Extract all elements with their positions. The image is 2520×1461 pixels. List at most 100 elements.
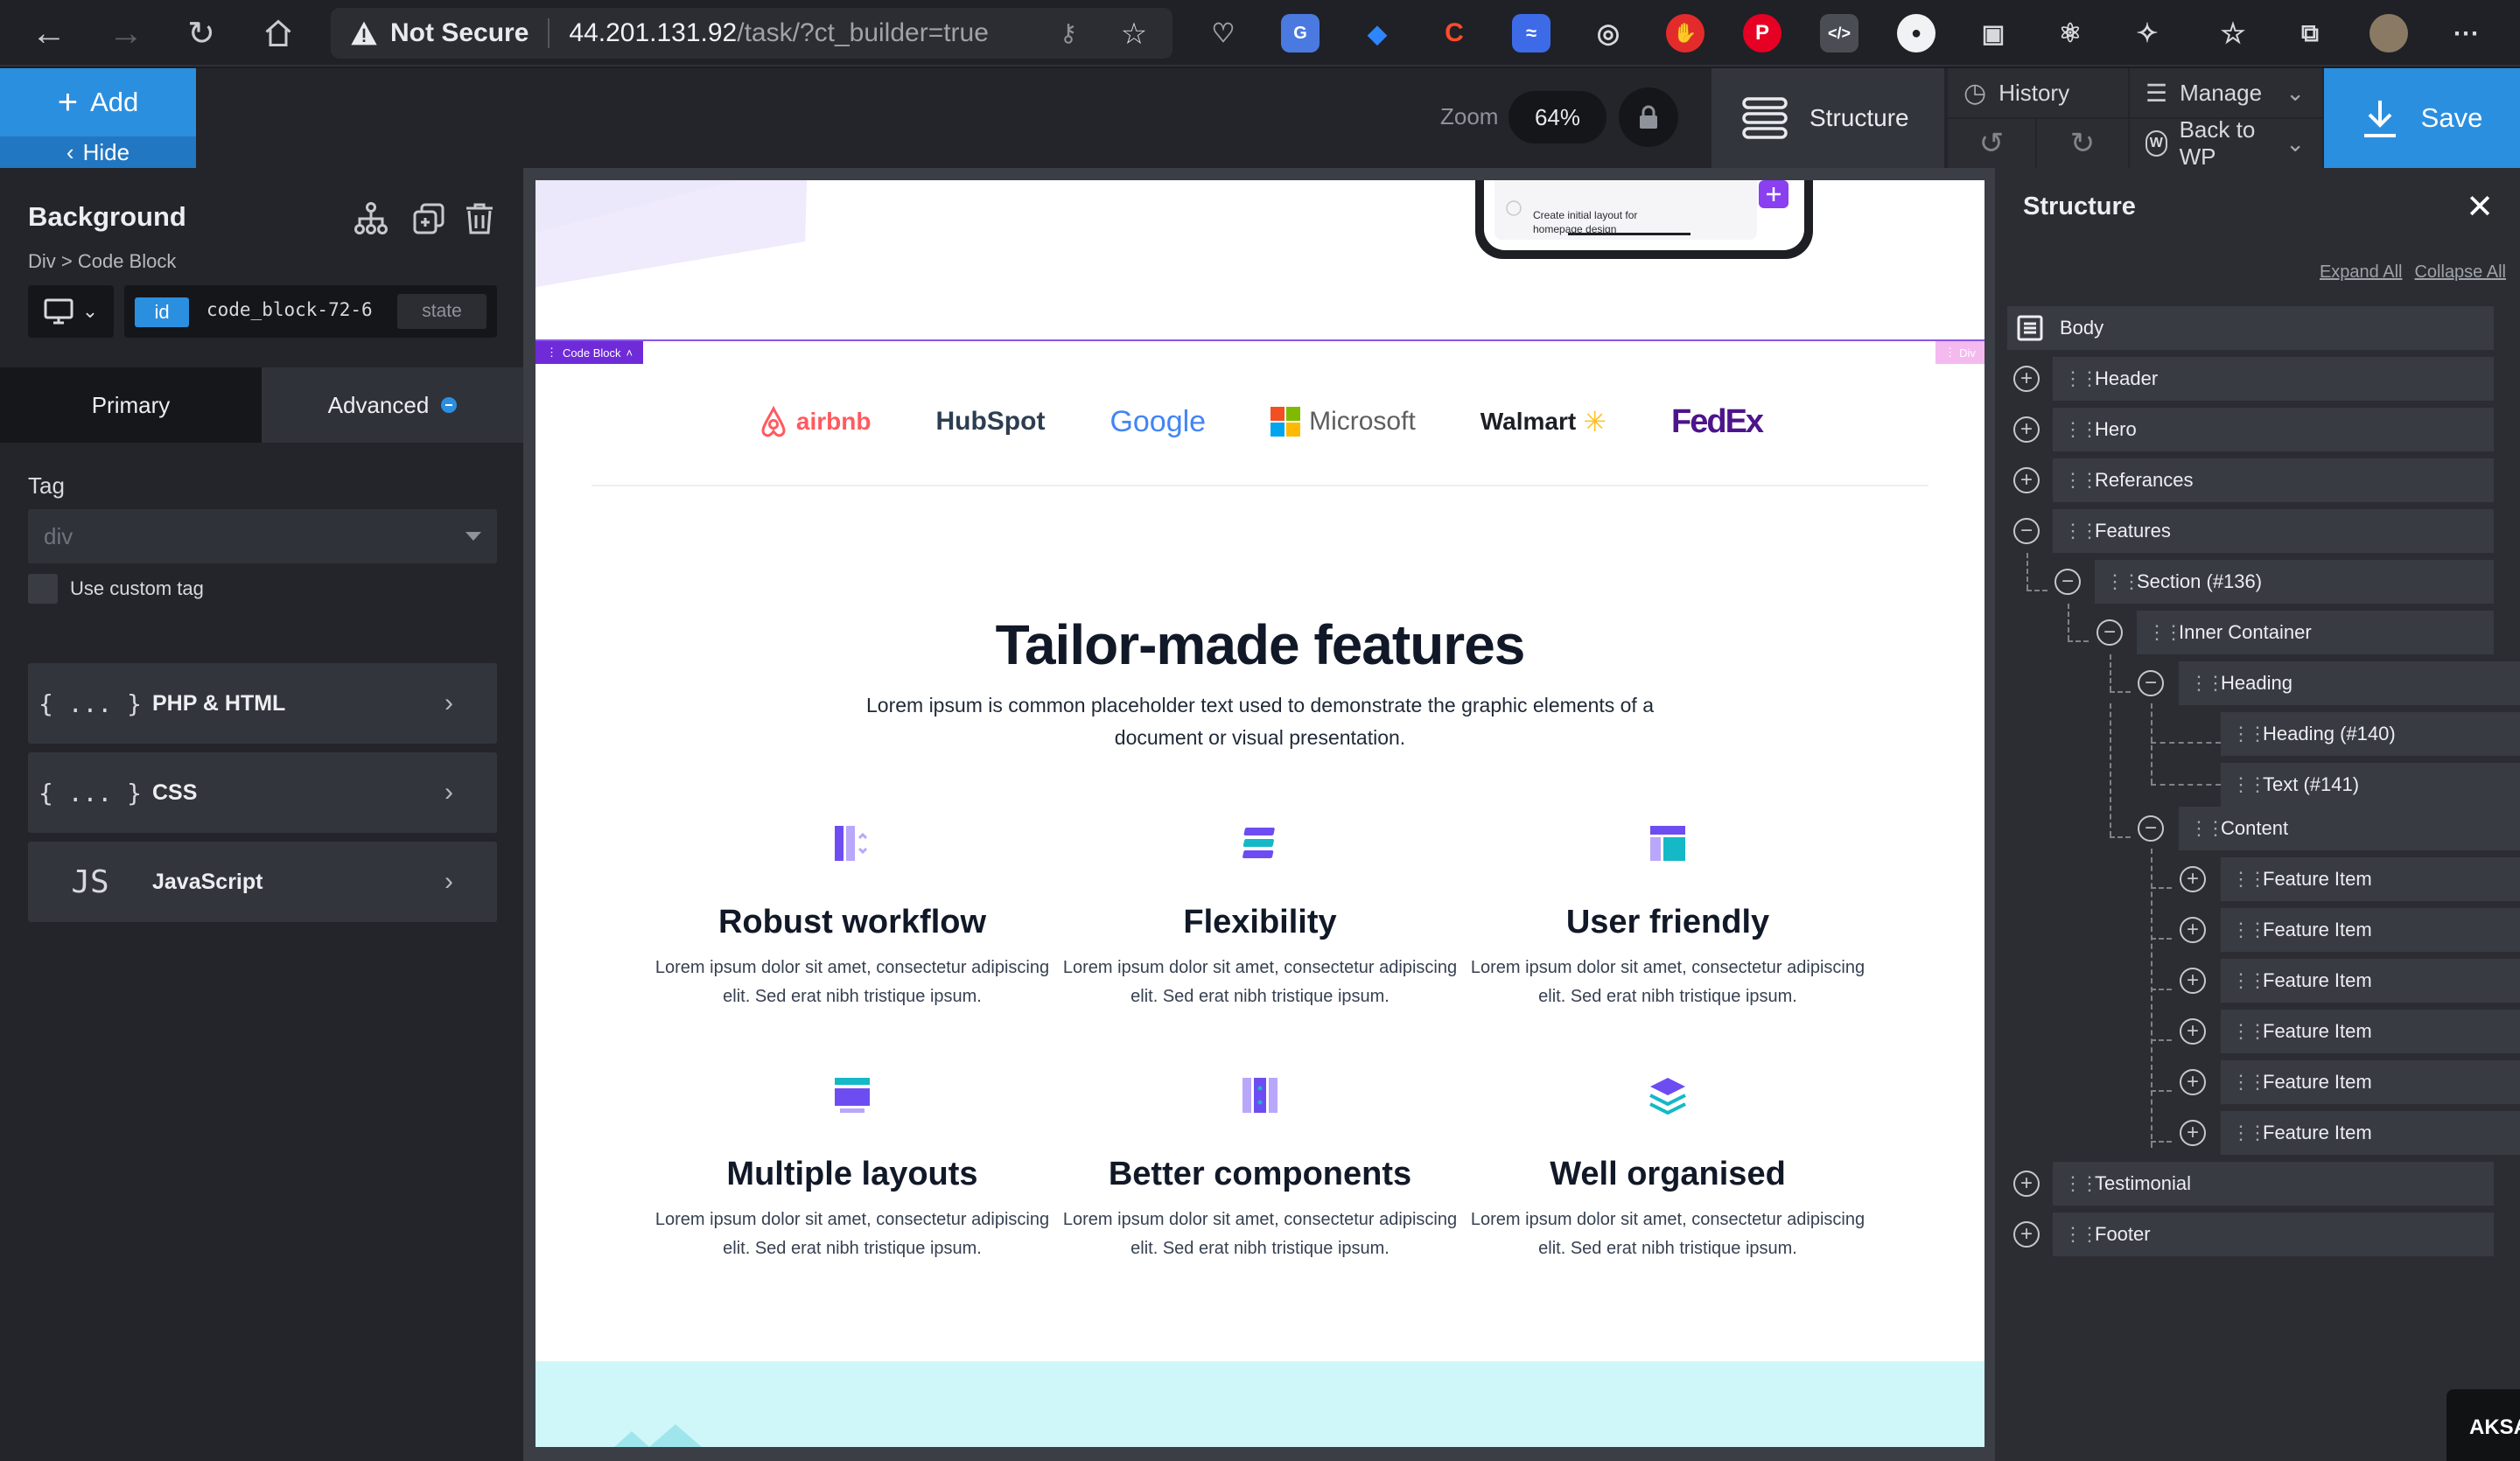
- trash-icon[interactable]: [460, 199, 499, 238]
- drag-handle-icon[interactable]: ⋮⋮: [2063, 1172, 2099, 1195]
- duplicate-icon[interactable]: [410, 199, 448, 238]
- tree-node-feature-item[interactable]: ⋮⋮ Feature Item: [2221, 908, 2520, 952]
- drag-handle-icon[interactable]: ⋮⋮: [2231, 868, 2267, 891]
- tree-node-feature-item[interactable]: ⋮⋮ Feature Item: [2221, 1111, 2520, 1155]
- drag-handle-icon[interactable]: ⋮⋮: [2231, 1122, 2267, 1144]
- tree-node-heading[interactable]: ⋮⋮ Heading (#140): [2221, 712, 2520, 756]
- translate-icon[interactable]: G: [1281, 14, 1320, 52]
- target-icon[interactable]: ◎: [1589, 14, 1628, 52]
- address-bar[interactable]: Not Secure 44.201.131.92/task/?ct_builde…: [331, 8, 1172, 59]
- expand-icon[interactable]: +: [2180, 1069, 2206, 1095]
- id-badge[interactable]: id: [135, 297, 189, 327]
- manage-button[interactable]: ☰ Manage ⌄: [2130, 68, 2322, 117]
- drag-handle-icon[interactable]: ⋮⋮: [2105, 570, 2141, 593]
- hero-section-preview[interactable]: [536, 180, 1984, 339]
- structure-toggle-button[interactable]: Structure: [1712, 68, 1944, 168]
- wave-extension-icon[interactable]: ≈: [1512, 14, 1550, 52]
- drag-handle-icon[interactable]: ⋮⋮: [2063, 418, 2099, 441]
- tree-node-header[interactable]: ⋮⋮ Header: [2053, 357, 2494, 401]
- react-icon[interactable]: ⚛: [2051, 14, 2090, 52]
- close-icon[interactable]: ✕: [2466, 187, 2494, 227]
- drag-handle-icon[interactable]: ⋮⋮: [2231, 1071, 2267, 1094]
- key-icon[interactable]: ⚷: [1054, 18, 1083, 48]
- drag-handle-icon[interactable]: ⋮⋮: [2147, 621, 2183, 644]
- forward-icon[interactable]: →: [105, 12, 147, 54]
- expand-icon[interactable]: +: [2013, 1221, 2040, 1248]
- drag-handle-icon[interactable]: ⋮⋮: [2063, 469, 2099, 492]
- hide-button[interactable]: ‹ Hide: [0, 136, 196, 168]
- custom-tag-checkbox[interactable]: Use custom tag: [28, 574, 204, 604]
- alien-icon[interactable]: ●: [1897, 14, 1936, 52]
- collapse-icon[interactable]: −: [2054, 569, 2081, 595]
- div-tag[interactable]: ⋮ Div: [1936, 341, 1984, 364]
- drag-handle-icon[interactable]: ⋮⋮: [2231, 773, 2267, 796]
- tree-node-content[interactable]: ⋮⋮ Content: [2179, 807, 2520, 850]
- image-extension-icon[interactable]: ▣: [1974, 14, 2012, 52]
- tab-primary[interactable]: Primary: [0, 367, 262, 443]
- expand-all-link[interactable]: Expand All: [2320, 262, 2403, 283]
- feature-item[interactable]: Multiple layouts Lorem ipsum dolor sit a…: [651, 1076, 1054, 1263]
- code-block-tag[interactable]: ⋮ Code Block ˄: [536, 341, 644, 364]
- section-heading[interactable]: Tailor-made features: [536, 612, 1984, 677]
- pocket-icon[interactable]: ♡: [1204, 14, 1242, 52]
- css-section[interactable]: { ... } CSS ›: [28, 752, 497, 833]
- drag-handle-icon[interactable]: ⋮⋮: [2231, 1020, 2267, 1043]
- pinterest-icon[interactable]: P: [1743, 14, 1782, 52]
- tree-node-heading-group[interactable]: ⋮⋮ Heading: [2179, 661, 2520, 705]
- expand-icon[interactable]: +: [2180, 1120, 2206, 1146]
- feature-item[interactable]: Better components Lorem ipsum dolor sit …: [1059, 1076, 1461, 1263]
- tree-node-testimonial[interactable]: ⋮⋮ Testimonial: [2053, 1162, 2494, 1206]
- tree-node-feature-item[interactable]: ⋮⋮ Feature Item: [2221, 857, 2520, 901]
- tree-node-footer[interactable]: ⋮⋮ Footer: [2053, 1213, 2494, 1256]
- drag-handle-icon[interactable]: ⋮⋮: [2231, 723, 2267, 745]
- corner-badge[interactable]: AKSA: [2446, 1389, 2520, 1461]
- expand-icon[interactable]: +: [2180, 968, 2206, 994]
- state-button[interactable]: state: [397, 294, 486, 329]
- expand-icon[interactable]: +: [2180, 1018, 2206, 1045]
- device-select[interactable]: ⌄: [28, 285, 114, 338]
- code-view-icon[interactable]: </>: [1820, 14, 1858, 52]
- drag-handle-icon[interactable]: ⋮⋮: [2063, 520, 2099, 542]
- collections-icon[interactable]: ⧉: [2291, 14, 2329, 52]
- collapse-icon[interactable]: −: [2138, 670, 2164, 696]
- expand-icon[interactable]: +: [2013, 1171, 2040, 1197]
- tree-node-body[interactable]: Body: [2007, 306, 2494, 350]
- tag-select[interactable]: div: [28, 509, 497, 563]
- tree-node-text[interactable]: ⋮⋮ Text (#141): [2221, 763, 2520, 807]
- redo-icon[interactable]: ↻: [2037, 119, 2128, 168]
- tree-node-section[interactable]: ⋮⋮ Section (#136): [2095, 560, 2494, 604]
- feature-item[interactable]: Well organised Lorem ipsum dolor sit ame…: [1466, 1076, 1869, 1263]
- back-to-wp-button[interactable]: W Back to WP ⌄: [2130, 116, 2322, 170]
- hierarchy-icon[interactable]: [352, 199, 390, 238]
- breadcrumb[interactable]: Div > Code Block: [28, 250, 176, 273]
- stop-hand-icon[interactable]: ✋: [1666, 14, 1704, 52]
- zoom-value[interactable]: 64%: [1508, 91, 1606, 143]
- feature-item[interactable]: Robust workflow Lorem ipsum dolor sit am…: [651, 824, 1054, 1011]
- tree-node-feature-item[interactable]: ⋮⋮ Feature Item: [2221, 959, 2520, 1003]
- gem-icon[interactable]: ◆: [1358, 14, 1396, 52]
- javascript-section[interactable]: JS JavaScript ›: [28, 842, 497, 922]
- drag-handle-icon[interactable]: ⋮⋮: [2231, 919, 2267, 941]
- tree-node-hero[interactable]: ⋮⋮ Hero: [2053, 408, 2494, 451]
- drag-handle-icon[interactable]: ⋮⋮: [2063, 367, 2099, 390]
- drag-handle-icon[interactable]: ⋮⋮: [2189, 817, 2225, 840]
- section-subtitle[interactable]: Lorem ipsum is common placeholder text u…: [831, 689, 1689, 754]
- tree-node-references[interactable]: ⋮⋮ Referances: [2053, 458, 2494, 502]
- back-icon[interactable]: ←: [28, 12, 70, 54]
- checkbox[interactable]: [28, 574, 58, 604]
- php-html-section[interactable]: { ... } PHP & HTML ›: [28, 663, 497, 744]
- collapse-icon[interactable]: −: [2096, 619, 2123, 646]
- feature-item[interactable]: User friendly Lorem ipsum dolor sit amet…: [1466, 824, 1869, 1011]
- drag-handle-icon[interactable]: ⋮⋮: [2189, 672, 2225, 695]
- collapse-icon[interactable]: −: [2013, 518, 2040, 544]
- feature-item[interactable]: Flexibility Lorem ipsum dolor sit amet, …: [1059, 824, 1461, 1011]
- avatar[interactable]: [2370, 14, 2408, 52]
- undo-icon[interactable]: ↺: [1948, 119, 2035, 168]
- collapse-all-link[interactable]: Collapse All: [2414, 262, 2506, 283]
- save-button[interactable]: Save: [2324, 68, 2520, 168]
- page-canvas[interactable]: Create initial layout for homepage desig…: [536, 180, 1984, 1447]
- expand-icon[interactable]: +: [2013, 366, 2040, 392]
- tree-node-feature-item[interactable]: ⋮⋮ Feature Item: [2221, 1010, 2520, 1053]
- collapse-icon[interactable]: −: [2138, 815, 2164, 842]
- puzzle-extensions-icon[interactable]: ✧: [2128, 14, 2166, 52]
